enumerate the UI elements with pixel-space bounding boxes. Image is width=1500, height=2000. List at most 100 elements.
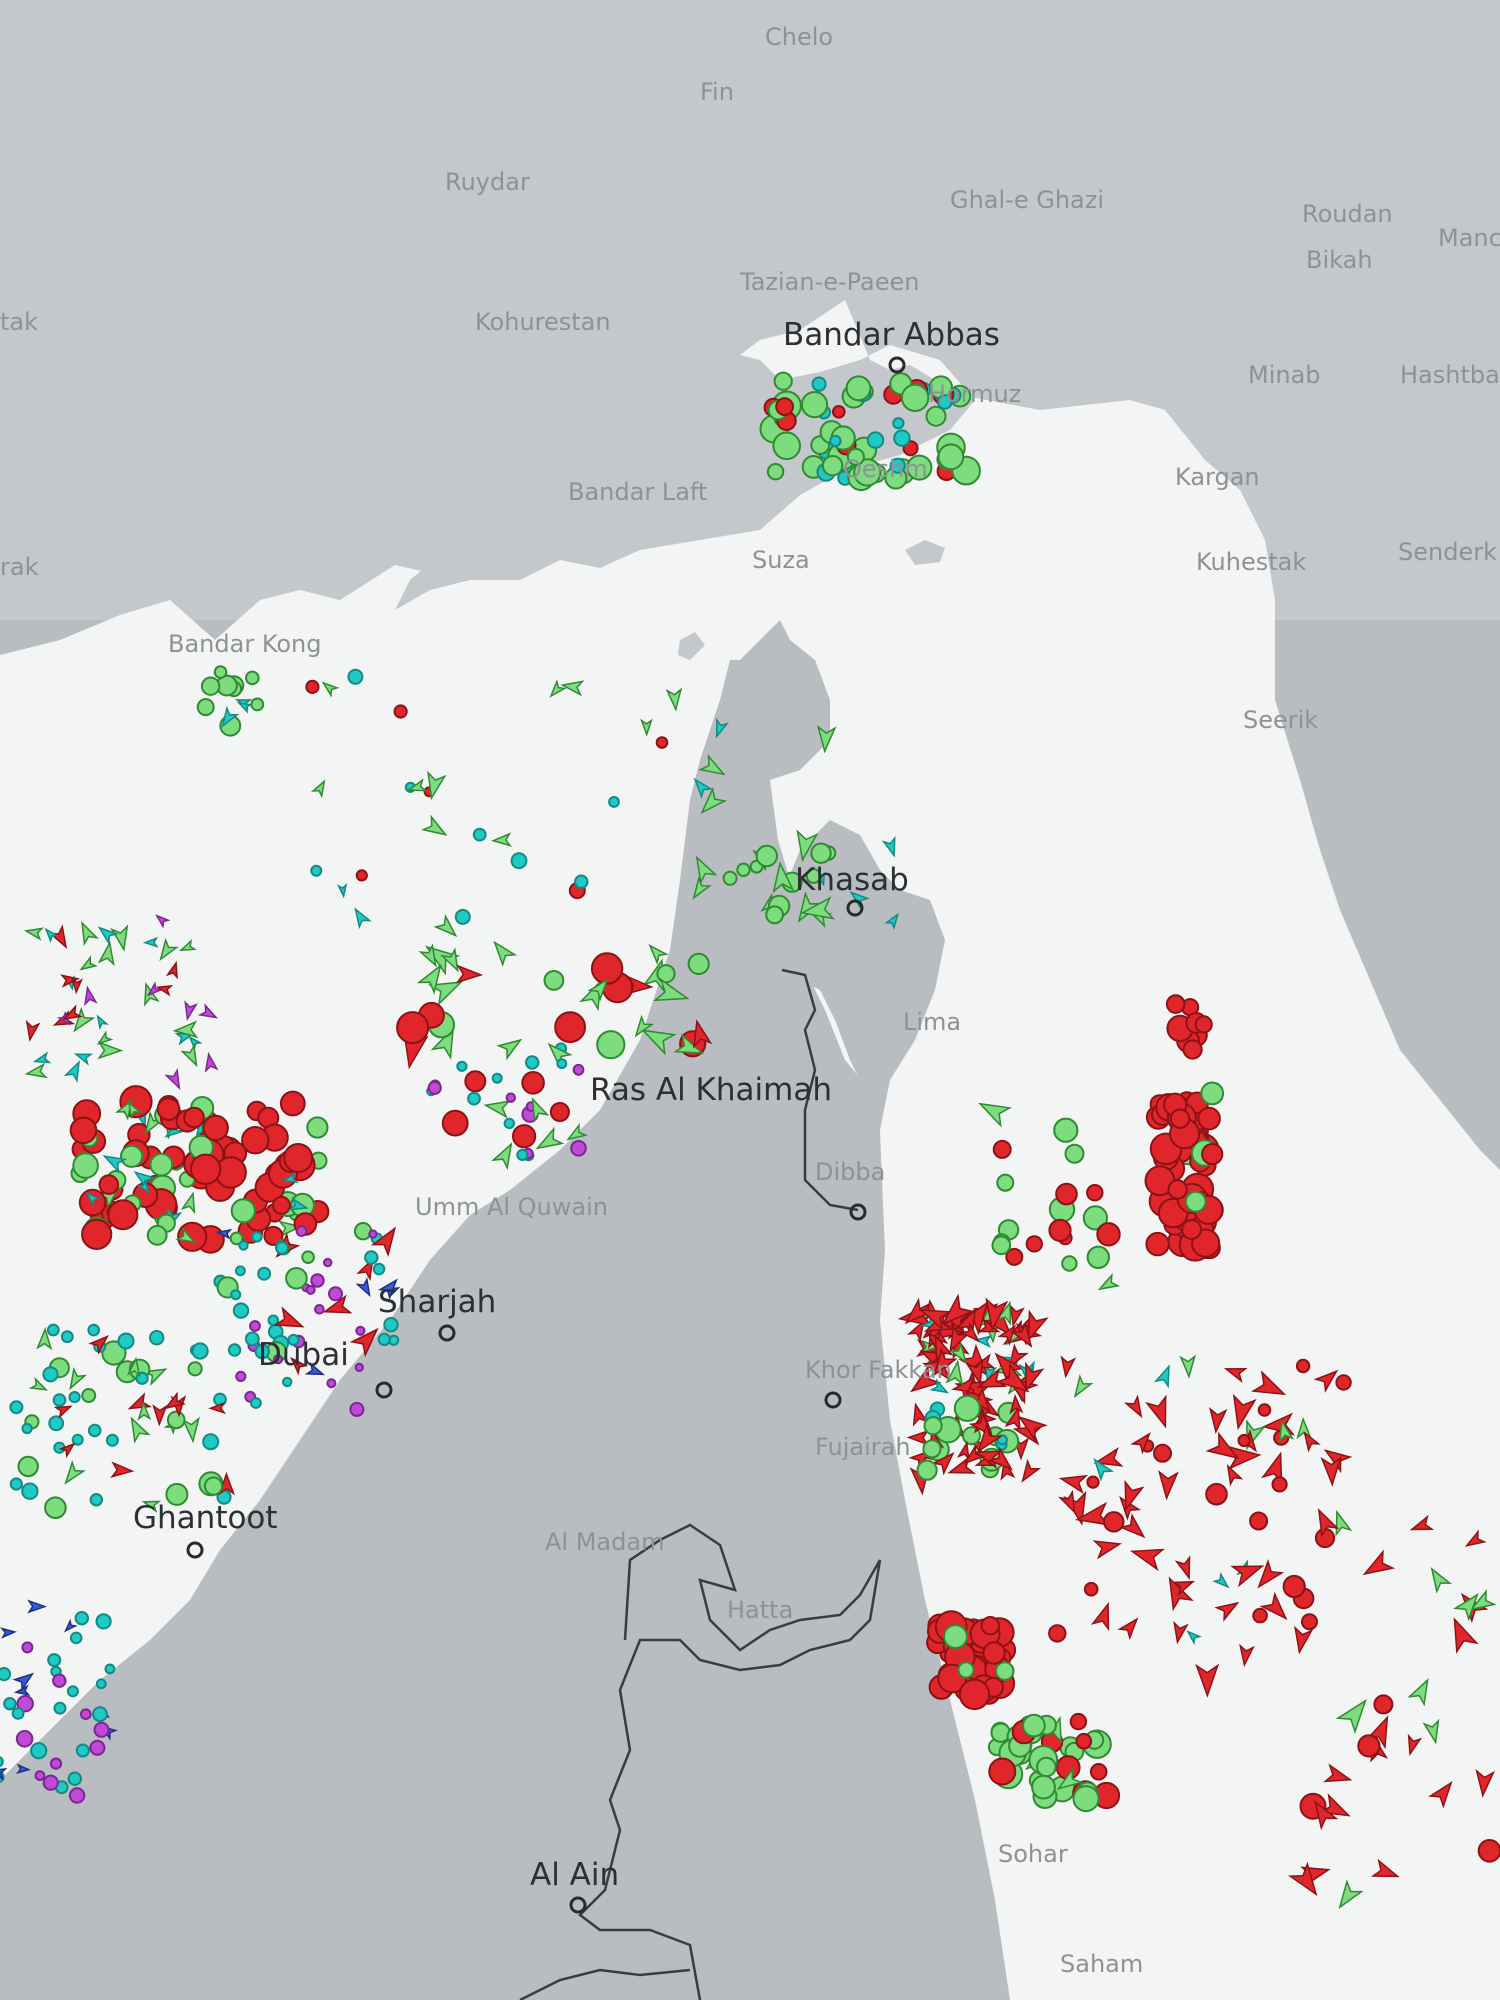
vessel-anchored-marker[interactable] bbox=[1069, 1712, 1088, 1731]
vessel-anchored-marker[interactable] bbox=[355, 1325, 366, 1336]
vessel-anchored-marker[interactable] bbox=[354, 1362, 364, 1373]
vessel-anchored-marker[interactable] bbox=[202, 1433, 220, 1451]
vessel-anchored-marker[interactable] bbox=[1169, 1108, 1191, 1129]
vessel-anchored-marker[interactable] bbox=[687, 952, 710, 976]
vessel-anchored-marker[interactable] bbox=[156, 1097, 181, 1121]
vessel-traffic-map[interactable]: Chelo Fin Ruydar Ghal-e Ghazi Roudan Bik… bbox=[0, 0, 1500, 2000]
vessel-anchored-marker[interactable] bbox=[1477, 1839, 1500, 1863]
vessel-anchored-marker[interactable] bbox=[1237, 1433, 1251, 1448]
vessel-anchored-marker[interactable] bbox=[992, 1139, 1012, 1159]
vessel-anchored-marker[interactable] bbox=[1022, 1713, 1046, 1738]
vessel-anchored-marker[interactable] bbox=[257, 1266, 272, 1281]
vessel-anchored-marker[interactable] bbox=[69, 1116, 98, 1145]
vessel-anchored-marker[interactable] bbox=[1072, 1785, 1100, 1813]
vessel-anchored-marker[interactable] bbox=[655, 736, 669, 749]
vessel-anchored-marker[interactable] bbox=[755, 844, 778, 868]
vessel-anchored-marker[interactable] bbox=[773, 371, 793, 391]
vessel-anchored-marker[interactable] bbox=[556, 1058, 568, 1070]
vessel-anchored-marker[interactable] bbox=[368, 1229, 378, 1239]
vessel-anchored-marker[interactable] bbox=[953, 1394, 981, 1422]
vessel-anchored-marker[interactable] bbox=[510, 852, 528, 870]
vessel-anchored-marker[interactable] bbox=[275, 1241, 290, 1255]
vessel-anchored-marker[interactable] bbox=[1252, 1607, 1268, 1624]
vessel-anchored-marker[interactable] bbox=[34, 1770, 46, 1781]
vessel-anchored-marker[interactable] bbox=[549, 1102, 570, 1122]
vessel-anchored-marker[interactable] bbox=[74, 1611, 90, 1626]
vessel-anchored-marker[interactable] bbox=[866, 431, 885, 449]
vessel-anchored-marker[interactable] bbox=[393, 704, 408, 719]
vessel-anchored-marker[interactable] bbox=[1165, 994, 1186, 1014]
vessel-anchored-marker[interactable] bbox=[241, 1126, 270, 1155]
vessel-anchored-marker[interactable] bbox=[244, 1331, 260, 1347]
vessel-anchored-marker[interactable] bbox=[189, 1153, 222, 1186]
vessel-anchored-marker[interactable] bbox=[503, 1117, 515, 1130]
vessel-anchored-marker[interactable] bbox=[66, 1685, 79, 1698]
vessel-anchored-marker[interactable] bbox=[52, 1393, 67, 1407]
vessel-anchored-marker[interactable] bbox=[202, 1114, 229, 1142]
vessel-anchored-marker[interactable] bbox=[183, 1106, 205, 1129]
vessel-anchored-marker[interactable] bbox=[1031, 1774, 1056, 1800]
vessel-anchored-marker[interactable] bbox=[80, 1708, 92, 1720]
vessel-anchored-marker[interactable] bbox=[349, 1401, 365, 1417]
vessel-anchored-marker[interactable] bbox=[1335, 1374, 1352, 1391]
vessel-anchored-marker[interactable] bbox=[736, 862, 751, 877]
vessel-anchored-marker[interactable] bbox=[464, 1070, 487, 1093]
vessel-anchored-marker[interactable] bbox=[1197, 1106, 1221, 1131]
vessel-anchored-marker[interactable] bbox=[1086, 1475, 1100, 1489]
vessel-anchored-marker[interactable] bbox=[991, 1235, 1012, 1256]
vessel-anchored-marker[interactable] bbox=[72, 1152, 99, 1179]
vessel-anchored-marker[interactable] bbox=[472, 827, 487, 842]
vessel-anchored-marker[interactable] bbox=[3, 1697, 17, 1711]
vessel-anchored-marker[interactable] bbox=[120, 1144, 144, 1168]
vessel-anchored-marker[interactable] bbox=[1295, 1358, 1311, 1374]
vessel-anchored-marker[interactable] bbox=[200, 676, 221, 696]
vessel-anchored-marker[interactable] bbox=[245, 670, 260, 686]
vessel-anchored-marker[interactable] bbox=[0, 1756, 4, 1768]
vessel-anchored-marker[interactable] bbox=[47, 1653, 62, 1668]
vessel-anchored-marker[interactable] bbox=[235, 1265, 246, 1277]
vessel-anchored-marker[interactable] bbox=[893, 429, 911, 447]
vessel-anchored-marker[interactable] bbox=[1301, 1613, 1318, 1631]
vessel-anchored-marker[interactable] bbox=[203, 1476, 224, 1496]
vessel-anchored-marker[interactable] bbox=[105, 1433, 119, 1447]
vessel-anchored-marker[interactable] bbox=[306, 1116, 329, 1139]
vessel-anchored-marker[interactable] bbox=[49, 1757, 63, 1770]
vessel-anchored-marker[interactable] bbox=[89, 1739, 106, 1756]
vessel-anchored-marker[interactable] bbox=[326, 1378, 337, 1389]
vessel-anchored-marker[interactable] bbox=[958, 1678, 991, 1711]
vessel-anchored-marker[interactable] bbox=[1055, 1182, 1078, 1206]
vessel-anchored-marker[interactable] bbox=[1025, 1235, 1044, 1253]
vessel-anchored-marker[interactable] bbox=[845, 375, 872, 402]
vessel-anchored-marker[interactable] bbox=[69, 1631, 83, 1645]
vessel-anchored-marker[interactable] bbox=[89, 1493, 104, 1507]
vessel-anchored-marker[interactable] bbox=[44, 1496, 67, 1519]
vessel-anchored-marker[interactable] bbox=[53, 1701, 67, 1715]
vessel-anchored-marker[interactable] bbox=[1201, 1143, 1224, 1166]
vessel-anchored-marker[interactable] bbox=[81, 1388, 97, 1403]
vessel-anchored-marker[interactable] bbox=[301, 1250, 315, 1264]
vessel-anchored-marker[interactable] bbox=[328, 1286, 343, 1302]
vessel-anchored-marker[interactable] bbox=[775, 397, 794, 417]
vessel-anchored-marker[interactable] bbox=[191, 1342, 209, 1360]
vessel-anchored-marker[interactable] bbox=[811, 376, 827, 392]
vessel-anchored-marker[interactable] bbox=[491, 1072, 503, 1084]
vessel-anchored-marker[interactable] bbox=[1194, 1015, 1213, 1034]
vessel-anchored-marker[interactable] bbox=[800, 391, 829, 419]
vessel-anchored-marker[interactable] bbox=[810, 842, 832, 864]
vessel-anchored-marker[interactable] bbox=[980, 1616, 1000, 1636]
vessel-anchored-marker[interactable] bbox=[525, 1055, 540, 1070]
vessel-anchored-marker[interactable] bbox=[1357, 1734, 1381, 1758]
vessel-anchored-marker[interactable] bbox=[68, 1391, 81, 1404]
vessel-anchored-marker[interactable] bbox=[305, 679, 320, 695]
vessel-anchored-marker[interactable] bbox=[250, 697, 265, 712]
vessel-anchored-marker[interactable] bbox=[570, 1140, 587, 1157]
vessel-anchored-marker[interactable] bbox=[305, 1284, 316, 1295]
vessel-anchored-marker[interactable] bbox=[87, 1323, 100, 1337]
vessel-anchored-marker[interactable] bbox=[30, 1742, 48, 1760]
vessel-anchored-marker[interactable] bbox=[766, 463, 785, 481]
vessel-anchored-marker[interactable] bbox=[98, 1174, 120, 1195]
vessel-anchored-marker[interactable] bbox=[1096, 1222, 1121, 1247]
vessel-anchored-marker[interactable] bbox=[251, 1231, 263, 1243]
vessel-anchored-marker[interactable] bbox=[146, 1224, 168, 1246]
vessel-anchored-marker[interactable] bbox=[0, 1667, 12, 1682]
